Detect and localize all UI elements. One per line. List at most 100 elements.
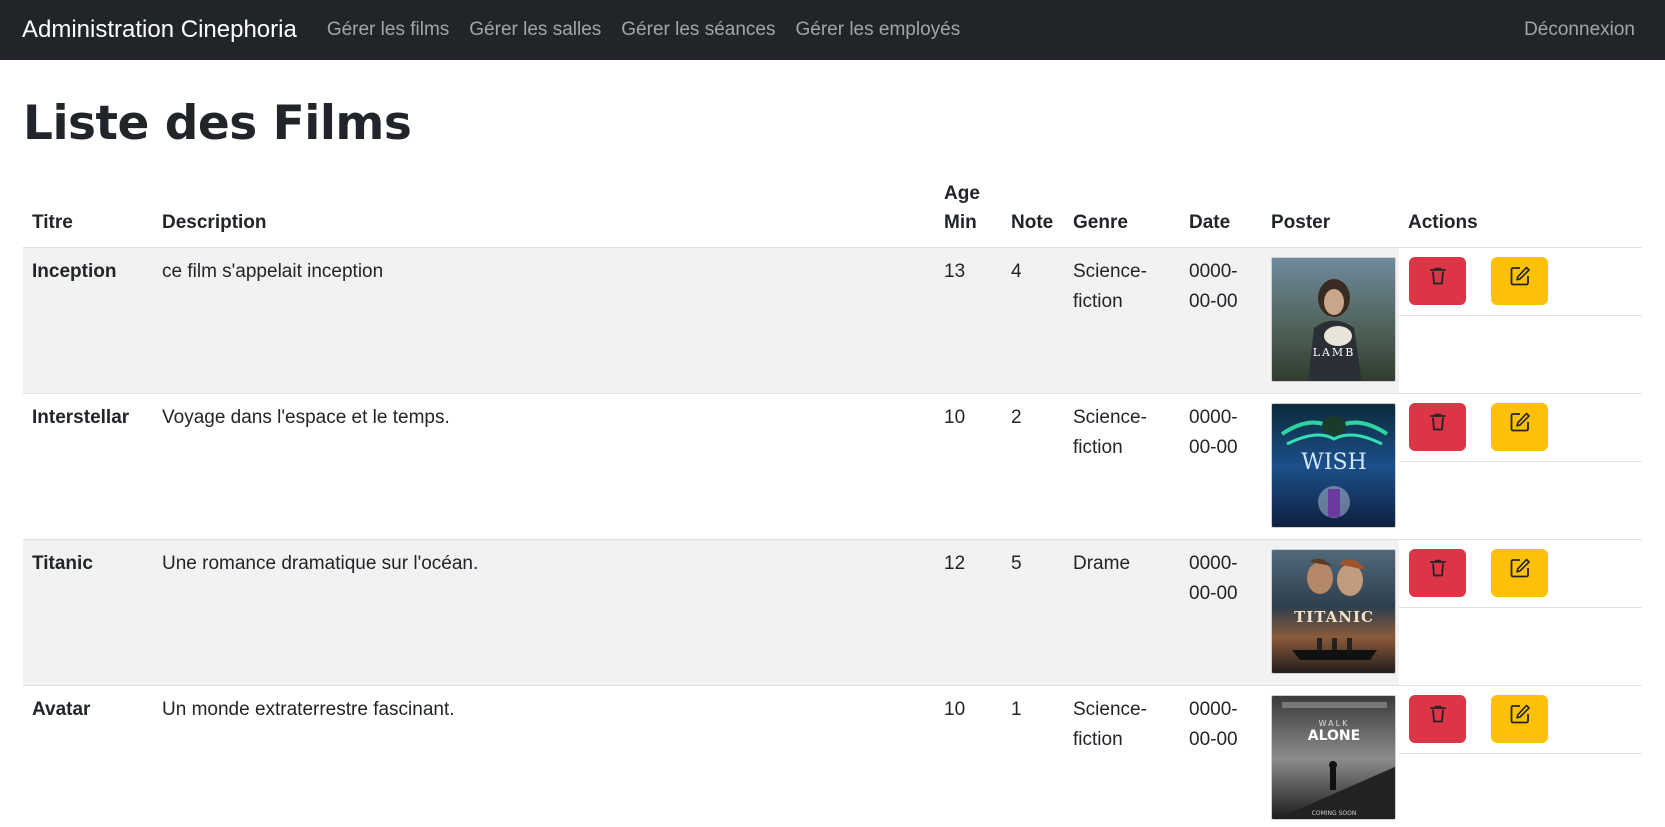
date-line1: 0000-	[1189, 261, 1238, 282]
cell-titre: Titanic	[23, 539, 153, 686]
poster-image: WALK ALONE COMING SOON	[1271, 695, 1396, 820]
svg-text:TITANIC: TITANIC	[1294, 608, 1374, 626]
genre-line1: Science-	[1073, 699, 1147, 720]
svg-text:WISH: WISH	[1301, 450, 1367, 475]
trash-icon	[1429, 704, 1447, 734]
cell-date: 0000- 00-00	[1180, 539, 1262, 686]
date-line2: 00-00	[1189, 583, 1238, 604]
edit-button[interactable]	[1491, 695, 1548, 743]
svg-text:ALONE: ALONE	[1308, 728, 1360, 744]
header-age-line2: Min	[944, 212, 977, 233]
delete-button[interactable]	[1409, 403, 1466, 451]
svg-text:WALK: WALK	[1319, 719, 1350, 728]
cell-description: Voyage dans l'espace et le temps.	[153, 393, 935, 540]
cell-description: Une romance dramatique sur l'océan.	[153, 539, 935, 686]
table-row: Interstellar Voyage dans l'espace et le …	[23, 393, 1642, 540]
page-title: Liste des Films	[23, 96, 412, 151]
genre-line1: Science-	[1073, 261, 1147, 282]
cell-genre: Drame	[1064, 539, 1180, 686]
header-date: Date	[1180, 173, 1262, 248]
table-row: Avatar Un monde extraterrestre fascinant…	[23, 685, 1642, 827]
header-poster: Poster	[1262, 173, 1399, 248]
date-line2: 00-00	[1189, 291, 1238, 312]
actions-group	[1399, 403, 1642, 462]
genre-line2: fiction	[1073, 437, 1123, 458]
edit-icon	[1509, 265, 1531, 297]
delete-button[interactable]	[1409, 257, 1466, 305]
cell-genre: Science-fiction	[1064, 393, 1180, 540]
table-row: Inception ce film s'appelait inception 1…	[23, 247, 1642, 394]
cell-actions	[1399, 247, 1642, 394]
delete-button[interactable]	[1409, 549, 1466, 597]
poster-image: TITANIC	[1271, 549, 1396, 674]
genre-line1: Drame	[1073, 553, 1131, 574]
date-line1: 0000-	[1189, 407, 1238, 428]
actions-group	[1399, 549, 1642, 608]
header-description: Description	[153, 173, 935, 248]
cell-age-min: 10	[935, 393, 1002, 540]
trash-icon	[1429, 412, 1447, 442]
cell-poster: WISH	[1262, 393, 1399, 540]
cell-actions	[1399, 393, 1642, 540]
svg-text:COMING SOON: COMING SOON	[1312, 810, 1357, 817]
actions-group	[1399, 695, 1642, 754]
delete-button[interactable]	[1409, 695, 1466, 743]
genre-line2: fiction	[1073, 291, 1123, 312]
cell-date: 0000- 00-00	[1180, 393, 1262, 540]
poster-image: WISH	[1271, 403, 1396, 528]
header-titre: Titre	[23, 173, 153, 248]
cell-description: Un monde extraterrestre fascinant.	[153, 685, 935, 827]
navbar-brand[interactable]: Administration Cinephoria	[22, 16, 297, 44]
cell-note: 4	[1002, 247, 1064, 394]
date-line1: 0000-	[1189, 699, 1238, 720]
cell-description: ce film s'appelait inception	[153, 247, 935, 394]
films-table: Titre Description Age Min Note Genre Date…	[23, 173, 1642, 827]
cell-titre: Avatar	[23, 685, 153, 827]
cell-poster: WALK ALONE COMING SOON	[1262, 685, 1399, 827]
cell-age-min: 10	[935, 685, 1002, 827]
header-genre: Genre	[1064, 173, 1180, 248]
logout-link[interactable]: Déconnexion	[1524, 19, 1635, 41]
edit-button[interactable]	[1491, 549, 1548, 597]
poster-image: LAMB	[1271, 257, 1396, 382]
table-row: Titanic Une romance dramatique sur l'océ…	[23, 539, 1642, 686]
date-line2: 00-00	[1189, 729, 1238, 750]
cell-actions	[1399, 539, 1642, 686]
edit-icon	[1509, 703, 1531, 735]
cell-note: 5	[1002, 539, 1064, 686]
nav-links: Gérer les films Gérer les salles Gérer l…	[327, 19, 980, 41]
cell-date: 0000- 00-00	[1180, 685, 1262, 827]
genre-line1: Science-	[1073, 407, 1147, 428]
nav-link-salles[interactable]: Gérer les salles	[469, 19, 601, 41]
header-actions: Actions	[1399, 173, 1642, 248]
cell-genre: Science-fiction	[1064, 247, 1180, 394]
header-age-line1: Age	[944, 183, 980, 204]
header-note: Note	[1002, 173, 1064, 248]
svg-text:LAMB: LAMB	[1313, 346, 1356, 359]
edit-button[interactable]	[1491, 257, 1548, 305]
header-age-min: Age Min	[935, 173, 1002, 248]
cell-age-min: 12	[935, 539, 1002, 686]
cell-note: 1	[1002, 685, 1064, 827]
genre-line2: fiction	[1073, 729, 1123, 750]
edit-button[interactable]	[1491, 403, 1548, 451]
cell-titre: Interstellar	[23, 393, 153, 540]
nav-link-films[interactable]: Gérer les films	[327, 19, 449, 41]
cell-actions	[1399, 685, 1642, 827]
table-header-row: Titre Description Age Min Note Genre Date…	[23, 173, 1642, 248]
main-container: Liste des Films Titre Description Age Min…	[0, 96, 1665, 827]
cell-date: 0000- 00-00	[1180, 247, 1262, 394]
edit-icon	[1509, 557, 1531, 589]
edit-icon	[1509, 411, 1531, 443]
cell-genre: Science-fiction	[1064, 685, 1180, 827]
date-line1: 0000-	[1189, 553, 1238, 574]
nav-link-employes[interactable]: Gérer les employés	[795, 19, 960, 41]
cell-poster: TITANIC	[1262, 539, 1399, 686]
nav-link-seances[interactable]: Gérer les séances	[621, 19, 775, 41]
actions-group	[1399, 257, 1642, 316]
trash-icon	[1429, 558, 1447, 588]
cell-age-min: 13	[935, 247, 1002, 394]
cell-note: 2	[1002, 393, 1064, 540]
navbar: Administration Cinephoria Gérer les film…	[0, 0, 1665, 60]
date-line2: 00-00	[1189, 437, 1238, 458]
